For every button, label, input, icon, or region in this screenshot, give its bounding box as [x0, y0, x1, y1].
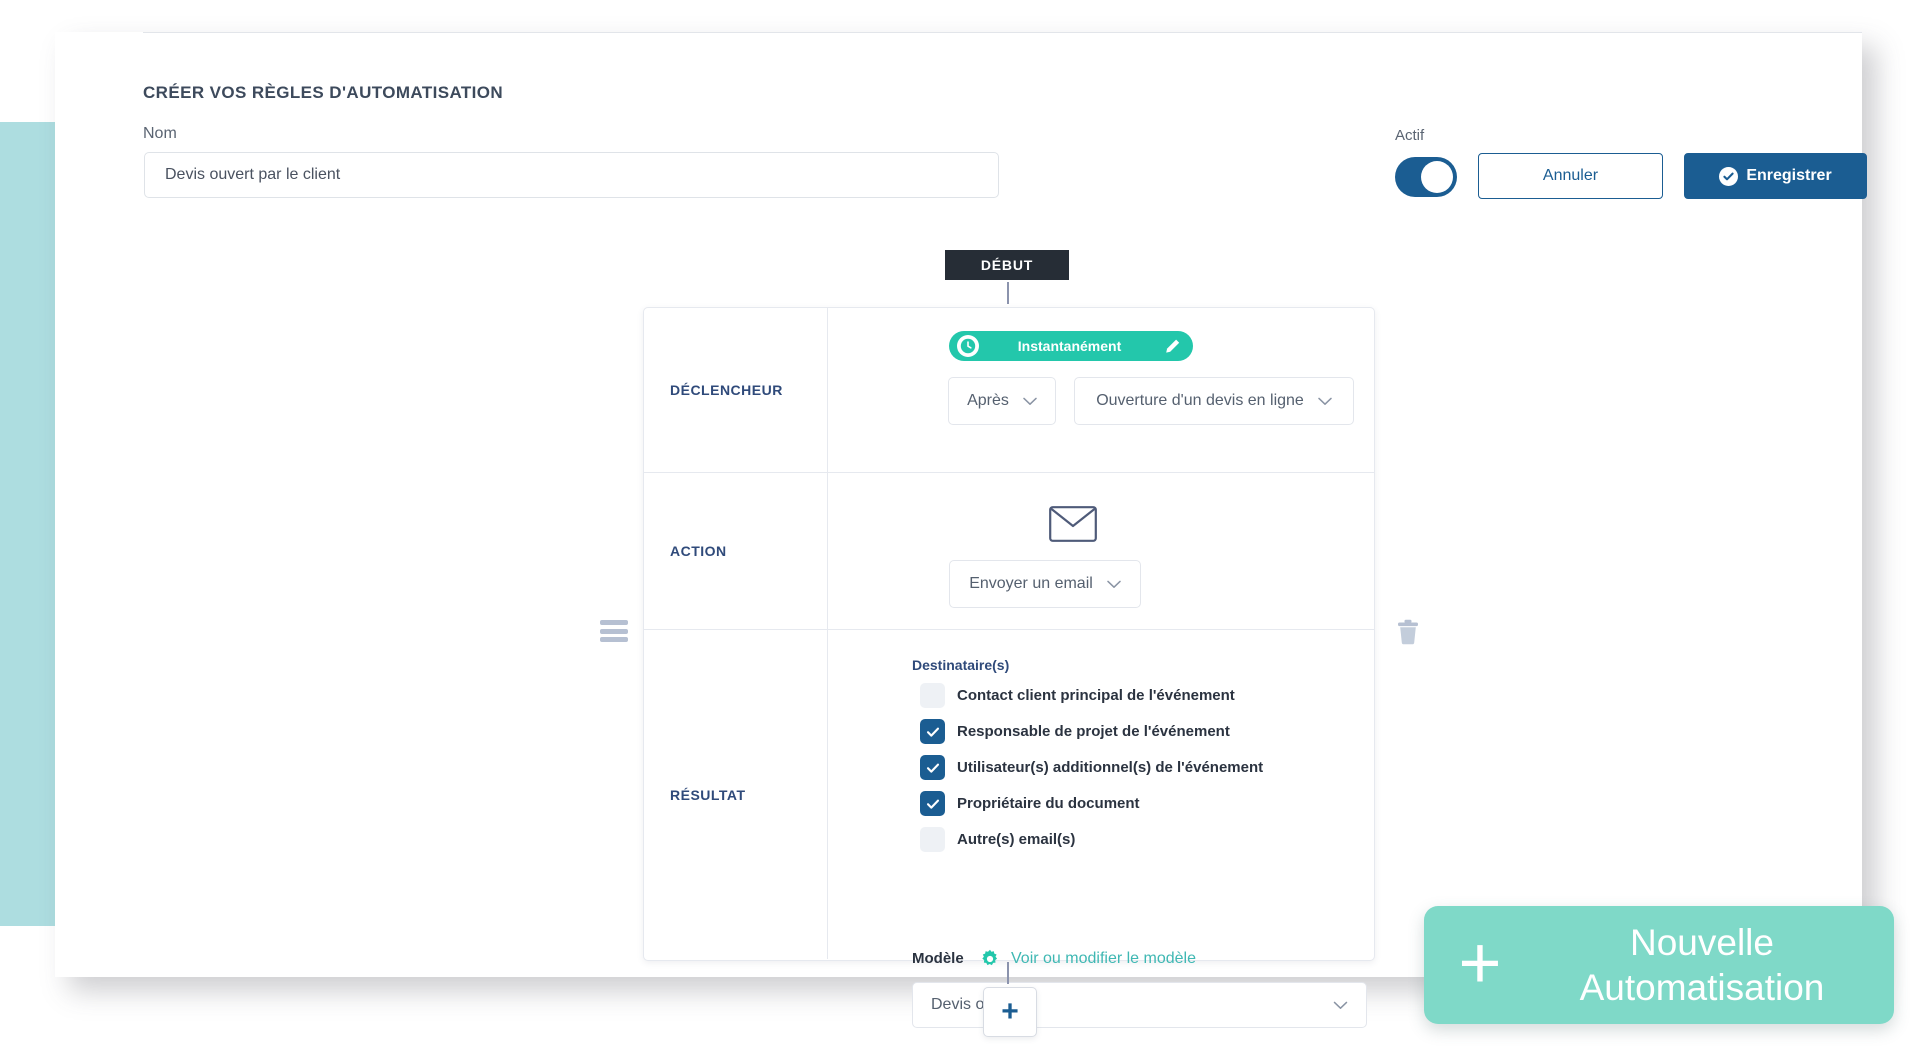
recipient-label: Autre(s) email(s): [957, 831, 1076, 848]
add-step-button[interactable]: +: [983, 987, 1037, 1037]
trigger-label: DÉCLENCHEUR: [670, 382, 783, 398]
result-content-cell: Destinataire(s) Contact client principal…: [827, 630, 1374, 1028]
checkbox-checked-icon[interactable]: [920, 755, 945, 780]
chevron-down-icon: [1107, 580, 1121, 588]
trigger-when-select[interactable]: Après: [948, 377, 1056, 425]
edit-template-link[interactable]: Voir ou modifier le modèle: [1011, 950, 1196, 968]
recipient-label: Responsable de projet de l'événement: [957, 723, 1230, 740]
action-label-cell: ACTION: [644, 473, 828, 629]
template-select[interactable]: Devis ouvert: [912, 982, 1367, 1028]
drag-handle-bar: [600, 628, 628, 634]
cancel-button[interactable]: Annuler: [1478, 153, 1663, 199]
action-label: ACTION: [670, 543, 727, 559]
new-automation-line1: Nouvelle: [1630, 922, 1774, 963]
check-circle-icon: [1719, 166, 1739, 186]
recipient-label: Contact client principal de l'événement: [957, 687, 1235, 704]
chevron-down-icon: [1023, 397, 1037, 405]
card-top-divider: [143, 32, 1862, 33]
recipient-label: Propriétaire du document: [957, 795, 1140, 812]
toggle-knob: [1421, 161, 1453, 193]
checkbox-checked-icon[interactable]: [920, 791, 945, 816]
active-toggle[interactable]: [1395, 157, 1457, 197]
name-field-label: Nom: [143, 125, 177, 142]
workflow-box: DÉCLENCHEUR Instantanément Après Ouvertu…: [643, 307, 1375, 1028]
result-label-cell: RÉSULTAT: [644, 630, 828, 959]
add-step-label: +: [1001, 995, 1019, 1028]
recipient-checkbox-row[interactable]: Autre(s) email(s): [920, 827, 1075, 852]
drag-handle-bar: [600, 637, 628, 642]
checkbox-unchecked-icon[interactable]: [920, 683, 945, 708]
checkbox-checked-icon[interactable]: [920, 719, 945, 744]
trigger-when-value: Après: [967, 392, 1009, 409]
recipient-checkbox-row[interactable]: Propriétaire du document: [920, 791, 1140, 816]
connector-line-top: [1007, 282, 1009, 304]
chevron-down-icon: [1318, 397, 1332, 405]
active-toggle-label: Actif: [1395, 127, 1425, 144]
drag-handle-icon[interactable]: [600, 620, 628, 642]
rule-name-input[interactable]: [144, 152, 999, 198]
recipient-checkbox-row[interactable]: Contact client principal de l'événement: [920, 683, 1235, 708]
connector-line-bottom: [1007, 962, 1009, 984]
trigger-event-select[interactable]: Ouverture d'un devis en ligne: [1074, 377, 1354, 425]
action-type-value: Envoyer un email: [969, 575, 1093, 592]
trigger-event-value: Ouverture d'un devis en ligne: [1096, 392, 1304, 409]
pencil-icon[interactable]: [1164, 338, 1181, 355]
envelope-icon: [1049, 506, 1097, 542]
automation-rule-card: CRÉER VOS RÈGLES D'AUTOMATISATION Nom Ac…: [55, 32, 1867, 1037]
recipient-checkbox-row[interactable]: Responsable de projet de l'événement: [920, 719, 1230, 744]
gear-icon[interactable]: [980, 949, 1000, 974]
result-label: RÉSULTAT: [670, 786, 746, 803]
trigger-content-cell: Instantanément Après Ouverture d'un devi…: [827, 308, 1374, 472]
chevron-down-icon: [1333, 1001, 1348, 1009]
checkbox-unchecked-icon[interactable]: [920, 827, 945, 852]
save-button[interactable]: Enregistrer: [1684, 153, 1867, 199]
workflow-row-result: RÉSULTAT Destinataire(s) Contact client …: [644, 630, 1374, 1028]
save-button-label: Enregistrer: [1746, 167, 1832, 184]
new-automation-button[interactable]: + Nouvelle Automatisation: [1424, 906, 1894, 1024]
recipients-label: Destinataire(s): [912, 657, 1010, 673]
workflow-row-trigger: DÉCLENCHEUR Instantanément Après Ouvertu…: [644, 308, 1374, 473]
timing-pill[interactable]: Instantanément: [949, 331, 1193, 361]
recipient-checkbox-row[interactable]: Utilisateur(s) additionnel(s) de l'événe…: [920, 755, 1263, 780]
recipient-label: Utilisateur(s) additionnel(s) de l'événe…: [957, 759, 1264, 776]
drag-handle-bar: [600, 620, 628, 625]
plus-icon: +: [1458, 921, 1502, 1004]
template-label: Modèle: [912, 950, 964, 967]
timing-pill-label: Instantanément: [1017, 338, 1122, 354]
action-content-cell: Envoyer un email: [827, 473, 1374, 629]
new-automation-label: Nouvelle Automatisation: [1536, 920, 1894, 1010]
page-title: CRÉER VOS RÈGLES D'AUTOMATISATION: [143, 83, 504, 102]
action-type-select[interactable]: Envoyer un email: [949, 560, 1141, 608]
trash-icon[interactable]: [1395, 618, 1421, 651]
new-automation-line2: Automatisation: [1579, 967, 1825, 1008]
trigger-label-cell: DÉCLENCHEUR: [644, 308, 828, 472]
start-badge: DÉBUT: [945, 250, 1069, 280]
workflow-row-action: ACTION Envoyer un email: [644, 473, 1374, 630]
